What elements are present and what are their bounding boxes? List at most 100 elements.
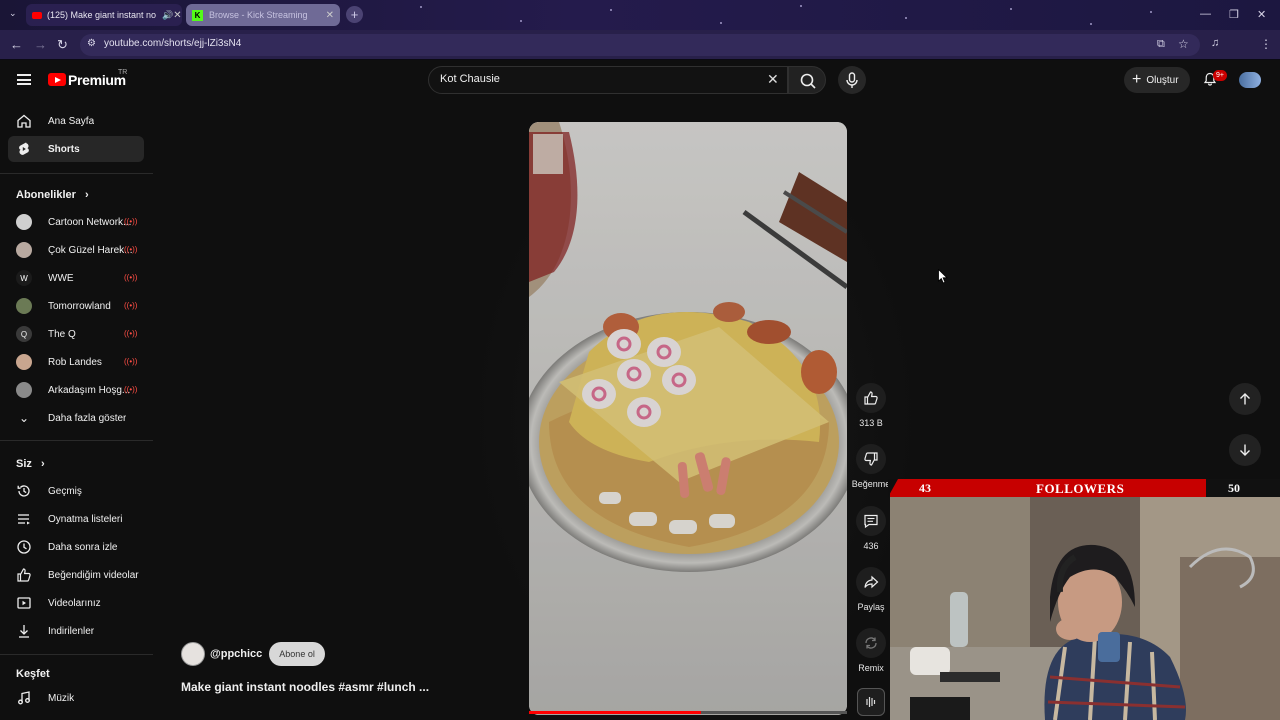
video-progress-bar[interactable]	[529, 711, 847, 714]
sidebar-item-label: Geçmiş	[48, 485, 82, 497]
decor-star	[520, 20, 522, 22]
sidebar-item-label: Videolarınız	[48, 597, 101, 609]
sidebar-item-home[interactable]: Ana Sayfa	[8, 108, 144, 134]
chevron-right-icon: ›	[84, 189, 89, 201]
channel-avatar[interactable]	[181, 642, 205, 666]
media-controls-icon[interactable]: ♫	[1211, 37, 1219, 49]
channel-avatar	[16, 354, 32, 370]
sidebar-item-your-videos[interactable]: Videolarınız	[8, 590, 144, 616]
close-tab-icon[interactable]: ✕	[326, 10, 334, 21]
decor-star	[800, 5, 802, 7]
sidebar-item-playlists[interactable]: Oynatma listeleri	[8, 506, 144, 532]
previous-short-button[interactable]	[1229, 383, 1261, 415]
search-icon	[800, 73, 816, 89]
search-button[interactable]	[788, 66, 826, 94]
shorts-icon	[16, 141, 32, 157]
channel-name[interactable]: @ppchicc	[210, 648, 262, 660]
subscribe-button[interactable]: Abone ol	[269, 642, 325, 666]
menu-icon[interactable]	[17, 74, 31, 85]
like-button[interactable]: 313 B	[856, 383, 886, 428]
maximize-icon[interactable]: ❐	[1229, 8, 1239, 21]
video-progress-fill	[529, 711, 701, 714]
live-icon: ((•))	[124, 329, 138, 338]
channel-avatar	[16, 298, 32, 314]
like-count: 313 B	[859, 418, 883, 428]
you-heading[interactable]: Siz ›	[16, 458, 45, 470]
create-label: Oluştur	[1146, 74, 1179, 86]
youtube-logo-icon[interactable]	[48, 73, 66, 86]
close-tab-icon[interactable]: ✕	[173, 10, 181, 21]
tab-kick[interactable]: K Browse - Kick Streaming ✕	[186, 4, 340, 26]
clear-search-icon[interactable]: ✕	[767, 71, 779, 88]
remix-icon	[865, 637, 877, 649]
sidebar-item-label: Tomorrowland	[48, 300, 111, 312]
sound-button[interactable]	[857, 688, 885, 716]
back-icon[interactable]: ←	[10, 37, 23, 52]
new-tab-button[interactable]: +	[346, 6, 363, 23]
account-avatar[interactable]	[1239, 72, 1261, 88]
sidebar-item-history[interactable]: Geçmiş	[8, 478, 144, 504]
notification-badge: 9+	[1213, 70, 1227, 81]
speaker-icon[interactable]: 🔊	[162, 10, 173, 21]
live-icon: ((•))	[124, 245, 138, 254]
live-icon: ((•))	[124, 273, 138, 282]
share-label: Paylaş	[857, 602, 885, 612]
shorts-video[interactable]	[529, 122, 847, 715]
clock-icon	[16, 539, 32, 555]
subscriptions-heading[interactable]: Abonelikler ›	[16, 189, 89, 201]
comments-button[interactable]: 436	[856, 506, 886, 551]
history-icon	[16, 483, 32, 499]
chevron-right-icon: ›	[40, 458, 45, 470]
channel-avatar	[16, 382, 32, 398]
audio-wave-icon	[866, 697, 876, 707]
decor-star	[420, 6, 422, 8]
kick-favicon-icon: K	[192, 9, 203, 21]
search-input[interactable]: Kot Chausie	[440, 73, 500, 85]
tab-youtube[interactable]: (125) Make giant instant no 🔊 ✕	[26, 4, 182, 26]
sidebar-item-label: Çok Güzel Harek...	[48, 244, 133, 256]
forward-icon[interactable]: →	[34, 37, 47, 52]
reload-icon[interactable]: ↻	[57, 37, 68, 53]
create-button[interactable]: + Oluştur	[1124, 67, 1190, 93]
browser-tab-bar: ⌄ (125) Make giant instant no 🔊 ✕ K Brow…	[0, 0, 1280, 30]
address-bar[interactable]	[80, 34, 1200, 56]
sidebar-item-label: Arkadaşım Hoşg...	[48, 384, 131, 396]
explore-heading: Keşfet	[16, 668, 50, 680]
site-info-icon[interactable]: ⚙	[87, 38, 96, 49]
voice-search-button[interactable]	[838, 66, 866, 94]
decor-star	[610, 9, 612, 11]
comment-count: 436	[863, 541, 879, 551]
tab-list-chevron-icon[interactable]: ⌄	[9, 8, 17, 19]
close-window-icon[interactable]: ✕	[1257, 8, 1266, 21]
sidebar-item-label: Cartoon Network...	[48, 216, 132, 228]
sidebar-item-label: The Q	[48, 328, 76, 340]
sidebar-item-shorts[interactable]: Shorts	[8, 136, 144, 162]
chevron-down-icon: ⌄	[18, 411, 30, 425]
minimize-icon[interactable]: —	[1200, 8, 1211, 20]
browser-menu-icon[interactable]: ⋮	[1260, 37, 1272, 51]
sidebar-item-watch-later[interactable]: Daha sonra izle	[8, 534, 144, 560]
sidebar-item-downloads[interactable]: İndirilenler	[8, 618, 144, 644]
remix-button[interactable]: Remix	[856, 628, 886, 673]
channel-avatar: Q	[16, 326, 32, 342]
webcam-overlay	[890, 497, 1280, 720]
sidebar-item-liked-videos[interactable]: Beğendiğim videolar	[8, 562, 144, 588]
sidebar-item-show-more[interactable]: ⌄ Daha fazla göster	[8, 405, 144, 431]
logo-country-code: TR	[118, 69, 128, 76]
arrow-up-icon	[1240, 393, 1250, 405]
followers-current: 43	[919, 481, 931, 495]
sidebar-item-label: Ana Sayfa	[48, 115, 95, 127]
arrow-down-icon	[1240, 444, 1250, 456]
sidebar-item-music[interactable]: Müzik	[8, 685, 144, 711]
share-button[interactable]: Paylaş	[856, 567, 886, 612]
next-short-button[interactable]	[1229, 434, 1261, 466]
video-title[interactable]: Make giant instant noodles #asmr #lunch …	[181, 680, 429, 694]
share-icon	[864, 575, 879, 589]
channel-avatar: W	[16, 270, 32, 286]
channel-row: @ppchicc Abone ol	[181, 642, 325, 666]
dislike-button[interactable]: Beğenme	[852, 444, 890, 489]
mic-icon	[846, 72, 858, 88]
sidebar-item-label: Oynatma listeleri	[48, 513, 123, 525]
bookmark-star-icon[interactable]: ☆	[1178, 37, 1189, 51]
install-app-icon[interactable]: ⧉	[1157, 38, 1165, 51]
